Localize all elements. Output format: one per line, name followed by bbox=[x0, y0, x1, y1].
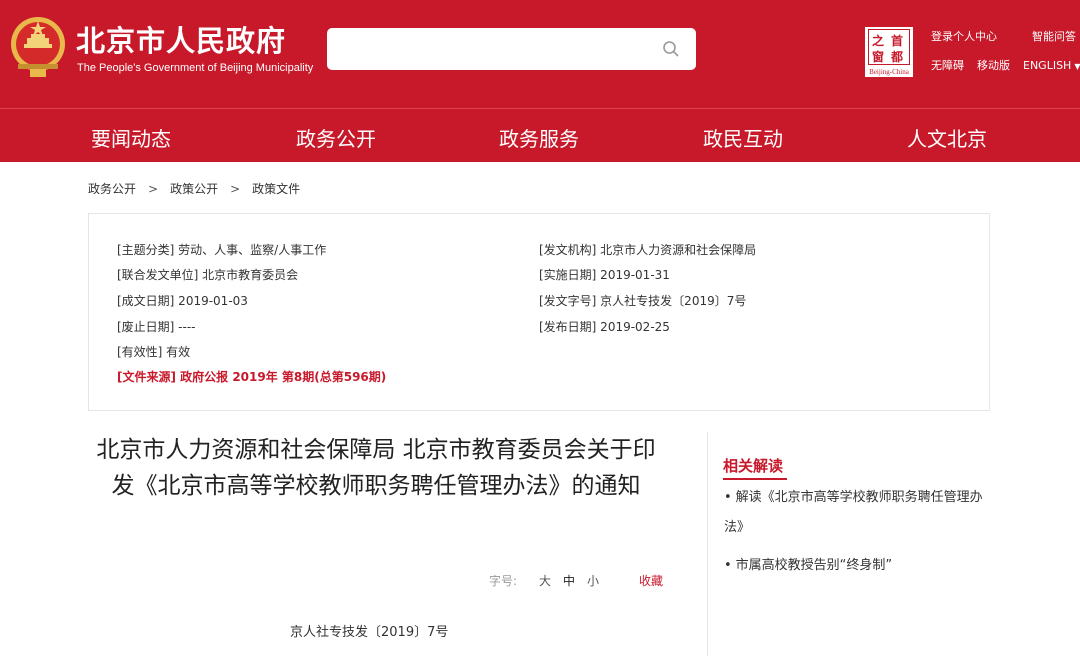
bullet-icon: • bbox=[724, 558, 732, 573]
sidebar-divider bbox=[707, 432, 708, 656]
bullet-icon: • bbox=[724, 490, 732, 505]
breadcrumb-separator: > bbox=[230, 182, 241, 196]
login-link[interactable]: 登录个人中心 bbox=[931, 28, 997, 44]
meta-validity: [有效性] 有效 bbox=[117, 345, 191, 359]
breadcrumb: 政务公开 > 政策公开 > 政策文件 bbox=[88, 180, 300, 197]
meta-written-date: [成文日期] 2019-01-03 bbox=[117, 294, 248, 308]
related-link-label: 解读《北京市高等学校教师职务聘任管理办法》 bbox=[724, 490, 983, 535]
main-nav: 要闻动态 政务公开 政务服务 政民互动 人文北京 bbox=[0, 108, 1080, 162]
search-input[interactable] bbox=[339, 37, 639, 61]
site-subtitle: The People's Government of Beijing Munic… bbox=[77, 62, 314, 74]
meta-issuer: [发文机构] 北京市人力资源和社会保障局 bbox=[539, 243, 757, 257]
national-emblem-icon bbox=[11, 17, 65, 77]
meta-joint-issuer: [联合发文单位] 北京市教育委员会 bbox=[117, 268, 299, 282]
font-size-label: 字号: bbox=[489, 574, 518, 588]
mobile-version-link[interactable]: 移动版 bbox=[977, 57, 1010, 73]
favorite-button[interactable]: 收藏 bbox=[639, 572, 663, 589]
document-meta-panel: [主题分类] 劳动、人事、监察/人事工作 [发文机构] 北京市人力资源和社会保障… bbox=[88, 213, 990, 411]
nav-item-interaction[interactable]: 政民互动 bbox=[703, 123, 783, 152]
meta-effective-date: [实施日期] 2019-01-31 bbox=[539, 268, 670, 282]
article-title: 北京市人力资源和社会保障局 北京市教育委员会关于印发《北京市高等学校教师职务聘任… bbox=[96, 437, 656, 499]
caret-down-icon: ▼ bbox=[1074, 62, 1080, 71]
capital-seal-icon: 之 首 窗 都 bbox=[868, 29, 910, 65]
capital-window-logo[interactable]: 之 首 窗 都 Beijing-China bbox=[865, 27, 913, 77]
font-size-small-button[interactable]: 小 bbox=[587, 572, 599, 589]
nav-item-news[interactable]: 要闻动态 bbox=[91, 123, 171, 152]
nav-item-services[interactable]: 政务服务 bbox=[499, 123, 579, 152]
accessibility-link[interactable]: 无障碍 bbox=[931, 57, 964, 73]
nav-item-culture[interactable]: 人文北京 bbox=[907, 123, 987, 152]
english-link-label: ENGLISH bbox=[1023, 59, 1072, 72]
related-link-label: 市属高校教授告别“终身制” bbox=[735, 558, 893, 573]
search-box bbox=[327, 28, 696, 70]
nav-item-gov-affairs[interactable]: 政务公开 bbox=[296, 123, 376, 152]
site-title[interactable]: 北京市人民政府 bbox=[76, 18, 286, 60]
related-readings-title: 相关解读 bbox=[723, 457, 784, 475]
seal-char: 窗 bbox=[872, 50, 885, 64]
meta-topic: [主题分类] 劳动、人事、监察/人事工作 bbox=[117, 243, 327, 257]
smart-qa-link[interactable]: 智能问答 bbox=[1032, 28, 1076, 44]
breadcrumb-item[interactable]: 政策文件 bbox=[252, 182, 300, 196]
seal-char: 都 bbox=[891, 50, 904, 64]
related-link[interactable]: • 解读《北京市高等学校教师职务聘任管理办法》 bbox=[724, 483, 986, 543]
related-link[interactable]: • 市属高校教授告别“终身制” bbox=[724, 551, 986, 581]
meta-doc-number: [发文字号] 京人社专技发〔2019〕7号 bbox=[539, 294, 747, 308]
related-title-underline bbox=[723, 478, 787, 480]
breadcrumb-separator: > bbox=[148, 182, 159, 196]
capital-logo-caption: Beijing-China bbox=[869, 68, 909, 76]
font-size-medium-button[interactable]: 中 bbox=[563, 572, 575, 589]
breadcrumb-item[interactable]: 政务公开 bbox=[88, 182, 136, 196]
search-icon[interactable] bbox=[662, 40, 680, 58]
font-size-large-button[interactable]: 大 bbox=[539, 572, 551, 589]
article-doc-number: 京人社专技发〔2019〕7号 bbox=[290, 625, 449, 640]
meta-abolish-date: [废止日期] ---- bbox=[117, 320, 196, 334]
english-language-dropdown[interactable]: ENGLISH ▼ bbox=[1023, 59, 1080, 72]
meta-source[interactable]: [文件来源] 政府公报 2019年 第8期(总第596期) bbox=[117, 368, 386, 385]
seal-char: 首 bbox=[891, 34, 904, 48]
breadcrumb-item[interactable]: 政策公开 bbox=[170, 182, 218, 196]
site-header: 北京市人民政府 The People's Government of Beiji… bbox=[0, 0, 1080, 108]
seal-char: 之 bbox=[872, 34, 885, 48]
meta-publish-date: [发布日期] 2019-02-25 bbox=[539, 320, 670, 334]
